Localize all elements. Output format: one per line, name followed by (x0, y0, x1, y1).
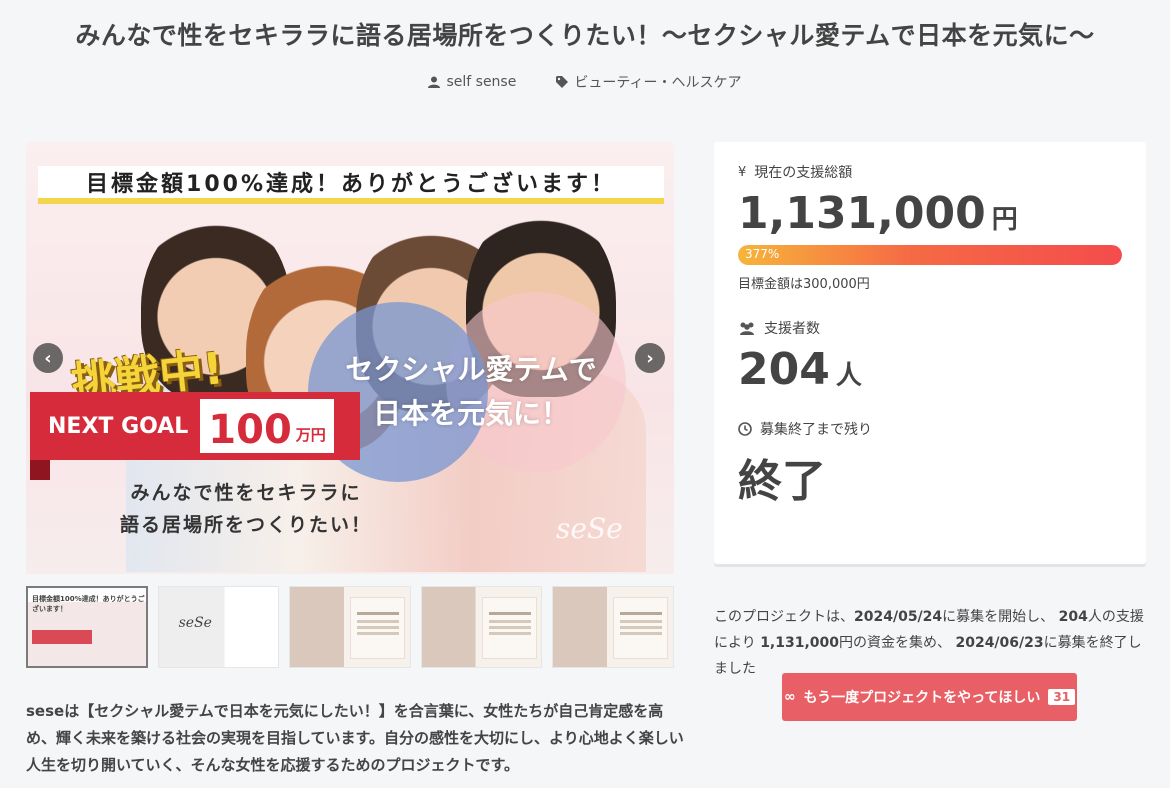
progress-fill (738, 245, 1122, 265)
infinity-icon: ∞ (783, 689, 796, 705)
thumbnail-1[interactable]: 目標金額100%達成！ありがとうございます！ (26, 586, 148, 668)
tag-icon (556, 76, 569, 88)
stats-card: ¥ 現在の支援総額 1,131,000 円 377% 目標金額は300,000円… (714, 142, 1146, 564)
chevron-left-icon: ‹ (44, 347, 52, 369)
remaining-block: 募集終了まで残り 終了 (738, 419, 1122, 509)
author-link[interactable]: self sense (428, 72, 516, 92)
remaining-label: 募集終了まで残り (760, 422, 872, 438)
thumbnail-5-card (613, 597, 669, 659)
thumbnail-2-logo: seSe (178, 615, 212, 631)
achievement-banner: 目標金額100%達成！ありがとうございます！ (38, 166, 664, 204)
request-count-badge: 31 (1048, 689, 1076, 705)
total-amount: 1,131,000 円 (738, 188, 1122, 239)
request-again-button[interactable]: ∞ もう一度プロジェクトをやってほしい 31 (782, 673, 1077, 721)
user-icon (428, 76, 441, 88)
next-goal-unit: 万円 (295, 426, 326, 444)
summary-amount: 1,131,000 (760, 635, 840, 651)
request-again-label: もう一度プロジェクトをやってほしい (803, 690, 1041, 706)
sese-logo: seSe (556, 512, 623, 545)
summary-backers: 204 (1058, 609, 1088, 625)
remaining-value: 終了 (738, 445, 1122, 509)
project-title: みんなで性をセキララに語る居場所をつくりたい！〜セクシャル愛テムで日本を元気に〜 (75, 21, 1095, 50)
backers-label: 支援者数 (764, 321, 820, 337)
summary-part1: このプロジェクトは、 (714, 609, 854, 625)
next-goal-ribbon: NEXT GOAL 100 万円 (30, 392, 360, 460)
ribbon-tail (30, 460, 50, 480)
next-goal-amount: 100 (208, 407, 292, 453)
remaining-text: 終了 (738, 456, 826, 507)
main-image-slider[interactable]: 目標金額100%達成！ありがとうございます！ セクシャル愛テムで 日本を元気に！… (26, 142, 674, 574)
thumbnail-2[interactable]: seSe (157, 586, 280, 668)
next-goal-amount-box: 100 万円 (200, 399, 334, 453)
total-value: 1,131,000 (738, 188, 986, 239)
summary-part2: に募集を開始し、 (942, 609, 1055, 625)
hero-sub-line2: 語る居場所をつくりたい！ (119, 514, 372, 536)
category-link[interactable]: ビューティー・ヘルスケア (556, 72, 742, 92)
yen-icon: ¥ (738, 164, 747, 180)
remaining-label-row: 募集終了まで残り (738, 419, 1122, 439)
progress-bar: 377% (738, 245, 1122, 265)
hero-main-line1: セクシャル愛テムで (345, 353, 597, 386)
total-label: 現在の支援総額 (754, 165, 853, 181)
thumbnail-4[interactable] (420, 586, 543, 668)
goal-amount-text: 目標金額は300,000円 (738, 277, 870, 292)
slider-next-button[interactable]: › (635, 343, 665, 373)
backers-label-row: 支援者数 (738, 318, 1122, 338)
thumbnail-3-card (350, 597, 406, 659)
summary-part4: 円の資金を集め、 (839, 635, 952, 651)
category-name: ビューティー・ヘルスケア (574, 75, 742, 91)
summary-end-date: 2024/06/23 (955, 635, 1044, 651)
total-unit: 円 (991, 205, 1018, 235)
slider-prev-button[interactable]: ‹ (33, 343, 63, 373)
project-summary: このプロジェクトは、2024/05/24に募集を開始し、 204人の支援により … (714, 604, 1154, 682)
hero-main-text: セクシャル愛テムで 日本を元気に！ (316, 348, 626, 436)
thumbnail-5[interactable] (552, 586, 674, 668)
clock-icon (738, 422, 752, 436)
thumbnail-1-ribbon (32, 630, 92, 644)
users-icon (740, 322, 754, 335)
hero-subtitle: みんなで性をセキララに 語る居場所をつくりたい！ (106, 477, 386, 541)
author-name: self sense (446, 74, 517, 90)
summary-start-date: 2024/05/24 (854, 609, 943, 625)
thumbnail-1-text: 目標金額100%達成！ありがとうございます！ (32, 595, 145, 613)
project-meta: self sense ビューティー・ヘルスケア (0, 72, 1170, 92)
backers-block: 支援者数 204 人 (738, 318, 1122, 395)
project-description: seseは【セクシャル愛テムで日本を元気にしたい！】を合言葉に、女性たちが自己肯… (26, 702, 684, 774)
backers-value: 204 (738, 344, 830, 395)
next-goal-label: NEXT GOAL (48, 413, 189, 439)
backers-unit: 人 (835, 361, 862, 391)
progress-percent: 377% (745, 247, 780, 261)
thumbnail-4-card (481, 597, 537, 659)
thumbnail-3[interactable] (289, 586, 411, 668)
hero-sub-line1: みんなで性をセキララに (130, 482, 362, 504)
thumbnail-strip: 目標金額100%達成！ありがとうございます！ seSe (26, 586, 674, 668)
chevron-right-icon: › (646, 347, 654, 369)
total-label-row: ¥ 現在の支援総額 (738, 162, 1122, 182)
backers-count: 204 人 (738, 344, 1122, 395)
hero-main-line2: 日本を元気に！ (372, 397, 569, 430)
